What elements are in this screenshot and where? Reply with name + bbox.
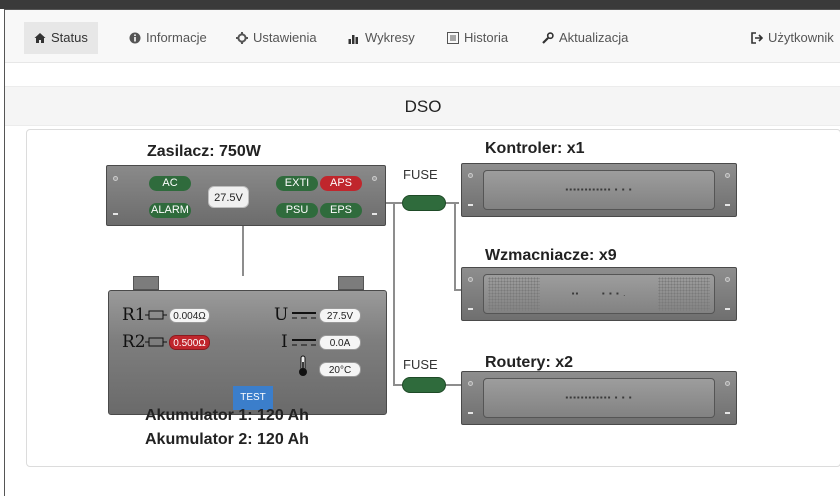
- terminal-mark: [468, 412, 473, 414]
- nav-user[interactable]: Użytkownik: [741, 22, 840, 54]
- nav-aktualizacja[interactable]: Aktualizacja: [532, 22, 638, 54]
- i-label: I: [281, 332, 288, 352]
- resistor-icon: [145, 310, 167, 320]
- nav-ustawienia[interactable]: Ustawienia: [226, 22, 327, 54]
- amplifier-front-panel: ▪▪ ▪ ▪ ▪ .: [483, 274, 715, 314]
- screw: [468, 173, 473, 178]
- nav-aktualizacja-label: Aktualizacja: [559, 30, 629, 45]
- terminal-mark: [468, 204, 473, 206]
- psu-title: Zasilacz: 750W: [147, 143, 261, 160]
- aps-indicator: APS: [320, 176, 362, 191]
- port-dots: ▪▪▪▪▪▪▪▪▪▪▪▪ ▪ ▪ ▪: [565, 393, 633, 402]
- battery-unit: R1 0.004Ω R2 0.500Ω U 27.5V I 0.0A 20°C …: [108, 290, 387, 415]
- nav-status[interactable]: Status: [24, 22, 98, 54]
- nav-informacje[interactable]: Informacje: [119, 22, 217, 54]
- led-dots: ▪▪▪▪▪▪▪▪▪▪▪▪ ▪ ▪ ▪: [565, 185, 633, 194]
- amplifiers-title: Wzmacniacze: x9: [485, 247, 617, 264]
- routers-title: Routery: x2: [485, 354, 574, 371]
- wrench-icon: [542, 32, 554, 44]
- nav-historia-label: Historia: [464, 30, 509, 45]
- controller-front-panel: ▪▪▪▪▪▪▪▪▪▪▪▪ ▪ ▪ ▪: [483, 170, 715, 210]
- eps-indicator: EPS: [320, 203, 362, 218]
- app-frame: Status Informacje Ustawienia Wykresy His…: [4, 9, 840, 496]
- r2-value: 0.500Ω: [169, 335, 210, 350]
- accumulator-1-label: Akumulator 1: 120 Ah: [145, 407, 309, 424]
- accumulator-2-label: Akumulator 2: 120 Ah: [145, 431, 309, 448]
- terminal-mark: [725, 412, 730, 414]
- info-icon: [129, 32, 141, 44]
- psu-unit: AC ALARM 27.5V EXTI APS PSU EPS: [106, 165, 386, 226]
- nav-status-label: Status: [51, 30, 88, 45]
- wire: [445, 202, 459, 204]
- gear-icon: [236, 32, 248, 44]
- router-front-panel: ▪▪▪▪▪▪▪▪▪▪▪▪ ▪ ▪ ▪: [483, 378, 715, 418]
- screw: [725, 277, 730, 282]
- led-dots: ▪▪ ▪ ▪ ▪ .: [571, 289, 627, 298]
- r1-value: 0.004Ω: [169, 308, 210, 323]
- fuse-bottom: [402, 377, 446, 393]
- fuse-label-top: FUSE: [403, 167, 438, 182]
- router-rack: ▪▪▪▪▪▪▪▪▪▪▪▪ ▪ ▪ ▪: [461, 371, 737, 425]
- terminal-mark: [468, 308, 473, 310]
- i-value: 0.0A: [319, 335, 361, 350]
- wire: [454, 202, 456, 290]
- terminal-mark: [372, 213, 377, 215]
- nav-ustawienia-label: Ustawienia: [253, 30, 317, 45]
- window-top-strip: [0, 0, 840, 9]
- psu-voltage: 27.5V: [208, 186, 249, 208]
- u-label: U: [274, 305, 289, 325]
- temperature-value: 20°C: [319, 362, 361, 377]
- u-value: 27.5V: [319, 308, 361, 323]
- battery-terminal-right: [338, 276, 364, 290]
- psu-indicator: PSU: [276, 203, 318, 218]
- terminal-mark: [725, 204, 730, 206]
- thermometer-icon: [299, 355, 307, 376]
- ac-indicator: AC: [149, 176, 191, 191]
- exti-indicator: EXTI: [276, 176, 318, 191]
- logout-icon: [751, 32, 763, 44]
- r1-label: R1: [122, 305, 146, 325]
- nav-historia[interactable]: Historia: [437, 22, 518, 54]
- controller-title: Kontroler: x1: [485, 140, 585, 157]
- terminal-mark: [113, 213, 118, 215]
- terminal-mark: [725, 308, 730, 310]
- navbar: Status Informacje Ustawienia Wykresy His…: [5, 10, 840, 63]
- wire: [393, 202, 395, 385]
- wire: [445, 384, 461, 386]
- screw: [468, 381, 473, 386]
- screw: [113, 176, 118, 181]
- page-title: DSO: [5, 86, 840, 126]
- dc-symbol-icon: [292, 312, 316, 319]
- psu-battery-wire: [242, 226, 244, 276]
- nav-informacje-label: Informacje: [146, 30, 207, 45]
- fuse-label-bottom: FUSE: [403, 357, 438, 372]
- screw: [468, 277, 473, 282]
- resistor-icon: [145, 337, 167, 347]
- screw: [372, 176, 377, 181]
- battery-terminal-left: [133, 276, 159, 290]
- bar-chart-icon: [348, 35, 358, 44]
- nav-user-label: Użytkownik: [768, 30, 834, 45]
- screw: [725, 173, 730, 178]
- fuse-top: [402, 195, 446, 211]
- amplifier-rack: ▪▪ ▪ ▪ ▪ .: [461, 267, 737, 321]
- list-icon: [447, 32, 459, 44]
- alarm-indicator: ALARM: [149, 203, 191, 218]
- r2-label: R2: [122, 332, 146, 352]
- screw: [725, 381, 730, 386]
- nav-wykresy-label: Wykresy: [365, 30, 415, 45]
- home-icon: [34, 33, 46, 43]
- dc-symbol-icon: [292, 339, 316, 346]
- nav-wykresy[interactable]: Wykresy: [338, 22, 425, 54]
- controller-rack: ▪▪▪▪▪▪▪▪▪▪▪▪ ▪ ▪ ▪: [461, 163, 737, 217]
